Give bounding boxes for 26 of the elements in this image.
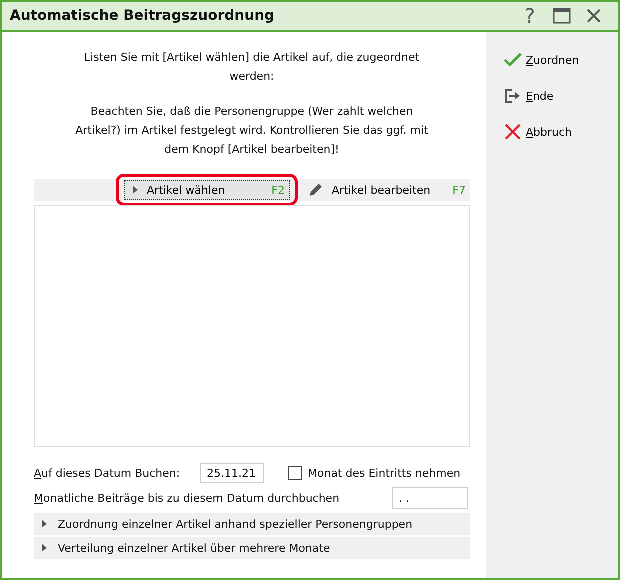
checkbox[interactable] bbox=[288, 466, 302, 480]
date-field[interactable]: . . bbox=[392, 487, 468, 509]
exit-button[interactable]: Ende bbox=[486, 86, 618, 106]
collapsible-section[interactable]: Zuordnung einzelner Artikel anhand spezieller Personengruppen bbox=[34, 513, 470, 535]
maximize-icon bbox=[553, 8, 571, 24]
instruction-text: Listen Sie mit [Artikel wählen] die Artikel auf, die zugeordnet werden: bbox=[83, 50, 421, 85]
close-icon bbox=[586, 8, 602, 24]
window-title: Automatische Beitragszuordnung bbox=[10, 8, 276, 24]
triangle-icon bbox=[133, 186, 139, 194]
toolbar-button[interactable]: Artikel bearbeiten F7 bbox=[300, 180, 470, 200]
confirm-button[interactable]: Zuordnen bbox=[486, 50, 618, 70]
checkmark-icon bbox=[504, 53, 522, 67]
field-label: Auf dieses Datum Buchen: bbox=[34, 466, 182, 480]
toolbar-button[interactable]: Artikel wählen F2 bbox=[124, 180, 290, 200]
cancel-button[interactable]: Abbruch bbox=[486, 122, 618, 142]
help-button[interactable]: ? bbox=[514, 3, 546, 29]
triangle-icon bbox=[42, 520, 48, 528]
pencil-icon bbox=[308, 182, 324, 198]
exit-icon bbox=[504, 88, 522, 104]
field-label: Monatliche Beiträge bis zu diesem Datum durchbuchen bbox=[34, 492, 341, 504]
collapsible-section[interactable]: Verteilung einzelner Artikel über mehrere Monate bbox=[34, 537, 470, 559]
triangle-icon bbox=[42, 544, 48, 552]
instruction-text: Beachten Sie, daß die Personengruppe (Wer zahlt welchen Artikel?) im Artikel festgelegt wird. Kontrollieren Sie das ggf. mit dem Knopf [Artikel bearbeiten]! bbox=[74, 104, 430, 158]
date-field[interactable]: 25.11.21 bbox=[200, 463, 264, 483]
cancel-icon bbox=[504, 124, 522, 140]
checkbox-label: Monat des Eintritts nehmen bbox=[308, 466, 461, 480]
